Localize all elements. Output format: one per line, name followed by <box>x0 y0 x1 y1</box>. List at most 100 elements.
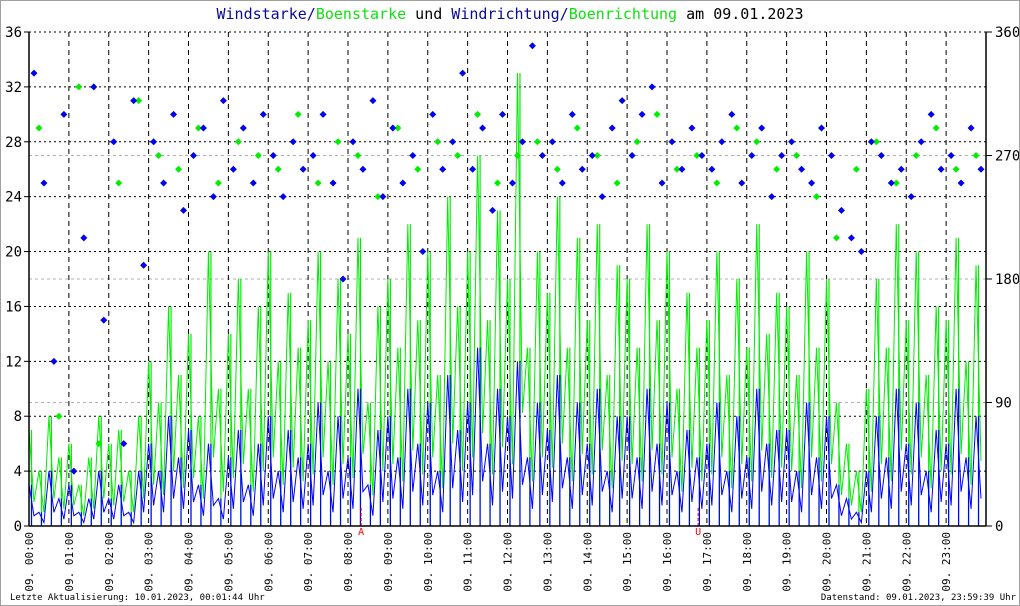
plot-area: 0481216202428323609018027036009. 00:00 09… <box>5 25 1019 592</box>
data-point-boenrichtung <box>35 124 43 132</box>
data-point-windrichtung <box>199 124 207 132</box>
data-point-windrichtung <box>618 97 626 105</box>
data-point-windrichtung <box>449 138 457 146</box>
data-point-windrichtung <box>598 193 606 201</box>
data-point-windrichtung <box>718 138 726 146</box>
data-point-boenrichtung <box>414 165 422 173</box>
data-point-windrichtung <box>399 179 407 187</box>
x-tick-label: 09. 18:00 <box>741 532 754 592</box>
data-state-text: Datenstand: 09.01.2023, 23:59:39 Uhr <box>820 593 1016 603</box>
data-point-windrichtung <box>927 110 935 118</box>
data-point-boenrichtung <box>314 179 322 187</box>
data-point-boenrichtung <box>214 179 222 187</box>
data-point-windrichtung <box>628 152 636 159</box>
data-point-boenrichtung <box>234 138 242 146</box>
data-point-windrichtung <box>748 152 756 159</box>
data-point-boenrichtung <box>952 165 960 173</box>
data-point-boenrichtung <box>932 124 940 132</box>
y-left-tick-label: 16 <box>5 299 22 315</box>
data-point-windrichtung <box>80 234 88 242</box>
data-point-windrichtung <box>578 165 586 173</box>
data-point-windrichtung <box>957 179 965 187</box>
data-point-boenrichtung <box>573 124 581 132</box>
data-point-boenrichtung <box>793 152 801 159</box>
x-tick-label: 09. 01:00 <box>63 532 76 592</box>
data-point-windrichtung <box>967 124 975 132</box>
x-tick-label: 09. 16:00 <box>661 532 674 592</box>
data-point-windrichtung <box>837 206 845 214</box>
x-tick-label: 09. 13:00 <box>541 532 554 592</box>
x-tick-label: 09. 08:00 <box>342 532 355 592</box>
data-point-windrichtung <box>778 152 786 159</box>
data-point-windrichtung <box>897 165 905 173</box>
y-left-tick-label: 24 <box>5 190 22 206</box>
data-point-boenrichtung <box>653 110 661 118</box>
data-point-windrichtung <box>180 206 188 214</box>
x-tick-label: 09. 20:00 <box>821 532 834 592</box>
data-point-windrichtung <box>229 165 237 173</box>
data-point-windrichtung <box>738 179 746 187</box>
y-left-tick-label: 28 <box>5 135 22 151</box>
y-left-tick-label: 12 <box>5 354 22 370</box>
data-point-boenrichtung <box>274 165 282 173</box>
data-point-boenrichtung <box>713 179 721 187</box>
x-tick-label: 09. 10:00 <box>422 532 435 592</box>
data-point-windrichtung <box>100 316 108 324</box>
data-point-windrichtung <box>827 152 835 159</box>
data-point-boenrichtung <box>155 152 163 159</box>
data-point-windrichtung <box>130 97 138 105</box>
data-point-windrichtung <box>798 165 806 173</box>
data-point-windrichtung <box>150 138 158 146</box>
y-left-tick-label: 36 <box>5 25 22 41</box>
x-tick-label: 09. 22:00 <box>900 532 913 592</box>
data-point-boenrichtung <box>294 110 302 118</box>
data-point-boenrichtung <box>434 138 442 146</box>
data-point-windrichtung <box>459 69 467 77</box>
data-point-boenrichtung <box>613 179 621 187</box>
data-point-windrichtung <box>489 206 497 214</box>
x-tick-label: 09. 03:00 <box>143 532 156 592</box>
data-point-windrichtung <box>269 152 277 159</box>
data-point-windrichtung <box>907 193 915 201</box>
y-left-tick-label: 0 <box>14 519 22 535</box>
x-tick-label: 09. 07:00 <box>302 532 315 592</box>
data-point-windrichtung <box>588 152 596 159</box>
data-point-boenrichtung <box>773 165 781 173</box>
data-point-windrichtung <box>857 248 865 256</box>
data-point-boenrichtung <box>753 138 761 146</box>
data-point-windrichtung <box>50 357 58 365</box>
data-point-windrichtung <box>768 193 776 201</box>
data-point-boenrichtung <box>852 165 860 173</box>
data-point-boenrichtung <box>115 179 123 187</box>
data-point-windrichtung <box>429 110 437 118</box>
data-point-windrichtung <box>499 110 507 118</box>
data-point-windrichtung <box>867 138 875 146</box>
x-tick-label: 09. 12:00 <box>502 532 515 592</box>
data-point-boenrichtung <box>832 234 840 242</box>
data-point-windrichtung <box>329 179 337 187</box>
data-point-boenrichtung <box>55 412 63 420</box>
data-point-boenrichtung <box>813 193 821 201</box>
data-point-windrichtung <box>728 110 736 118</box>
data-point-windrichtung <box>160 179 168 187</box>
data-point-windrichtung <box>847 234 855 242</box>
data-point-windrichtung <box>60 110 68 118</box>
data-point-windrichtung <box>239 124 247 132</box>
data-point-boenrichtung <box>175 165 183 173</box>
x-tick-label: 09. 06:00 <box>262 532 275 592</box>
data-point-windrichtung <box>419 248 427 256</box>
data-point-windrichtung <box>638 110 646 118</box>
data-point-windrichtung <box>319 110 327 118</box>
data-point-windrichtung <box>947 152 955 159</box>
data-point-boenrichtung <box>254 152 262 159</box>
annotation-label: U <box>695 527 701 538</box>
data-point-boenrichtung <box>972 152 980 159</box>
data-point-windrichtung <box>299 165 307 173</box>
data-point-windrichtung <box>369 97 377 105</box>
y-right-tick-label: 270 <box>995 149 1019 165</box>
data-point-windrichtung <box>818 124 826 132</box>
data-point-windrichtung <box>110 138 118 146</box>
data-point-boenrichtung <box>533 138 541 146</box>
data-point-windrichtung <box>538 152 546 159</box>
data-point-windrichtung <box>349 138 357 146</box>
